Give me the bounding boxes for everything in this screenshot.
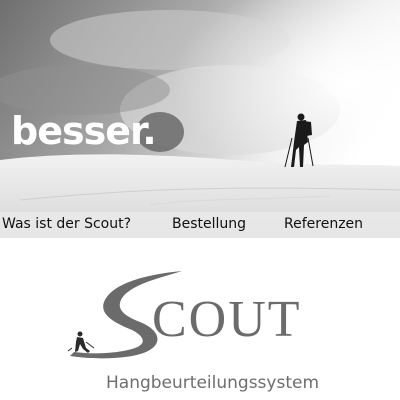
main-nav: Was ist der Scout? Bestellung Referenzen bbox=[0, 212, 400, 238]
brand-name: COUT bbox=[152, 291, 302, 348]
scout-logo: COUT Hangbeurteilungssystem bbox=[0, 238, 400, 400]
nav-item-referenzen[interactable]: Referenzen bbox=[284, 216, 363, 232]
hero-tagline: besser. bbox=[11, 109, 157, 153]
brand-subtitle: Hangbeurteilungssystem bbox=[106, 373, 320, 393]
skier-icon bbox=[67, 331, 95, 353]
hero-banner: besser. bbox=[0, 0, 400, 238]
nav-item-bestellung[interactable]: Bestellung bbox=[172, 216, 246, 232]
nav-item-was-ist-der-scout[interactable]: Was ist der Scout? bbox=[2, 216, 131, 232]
